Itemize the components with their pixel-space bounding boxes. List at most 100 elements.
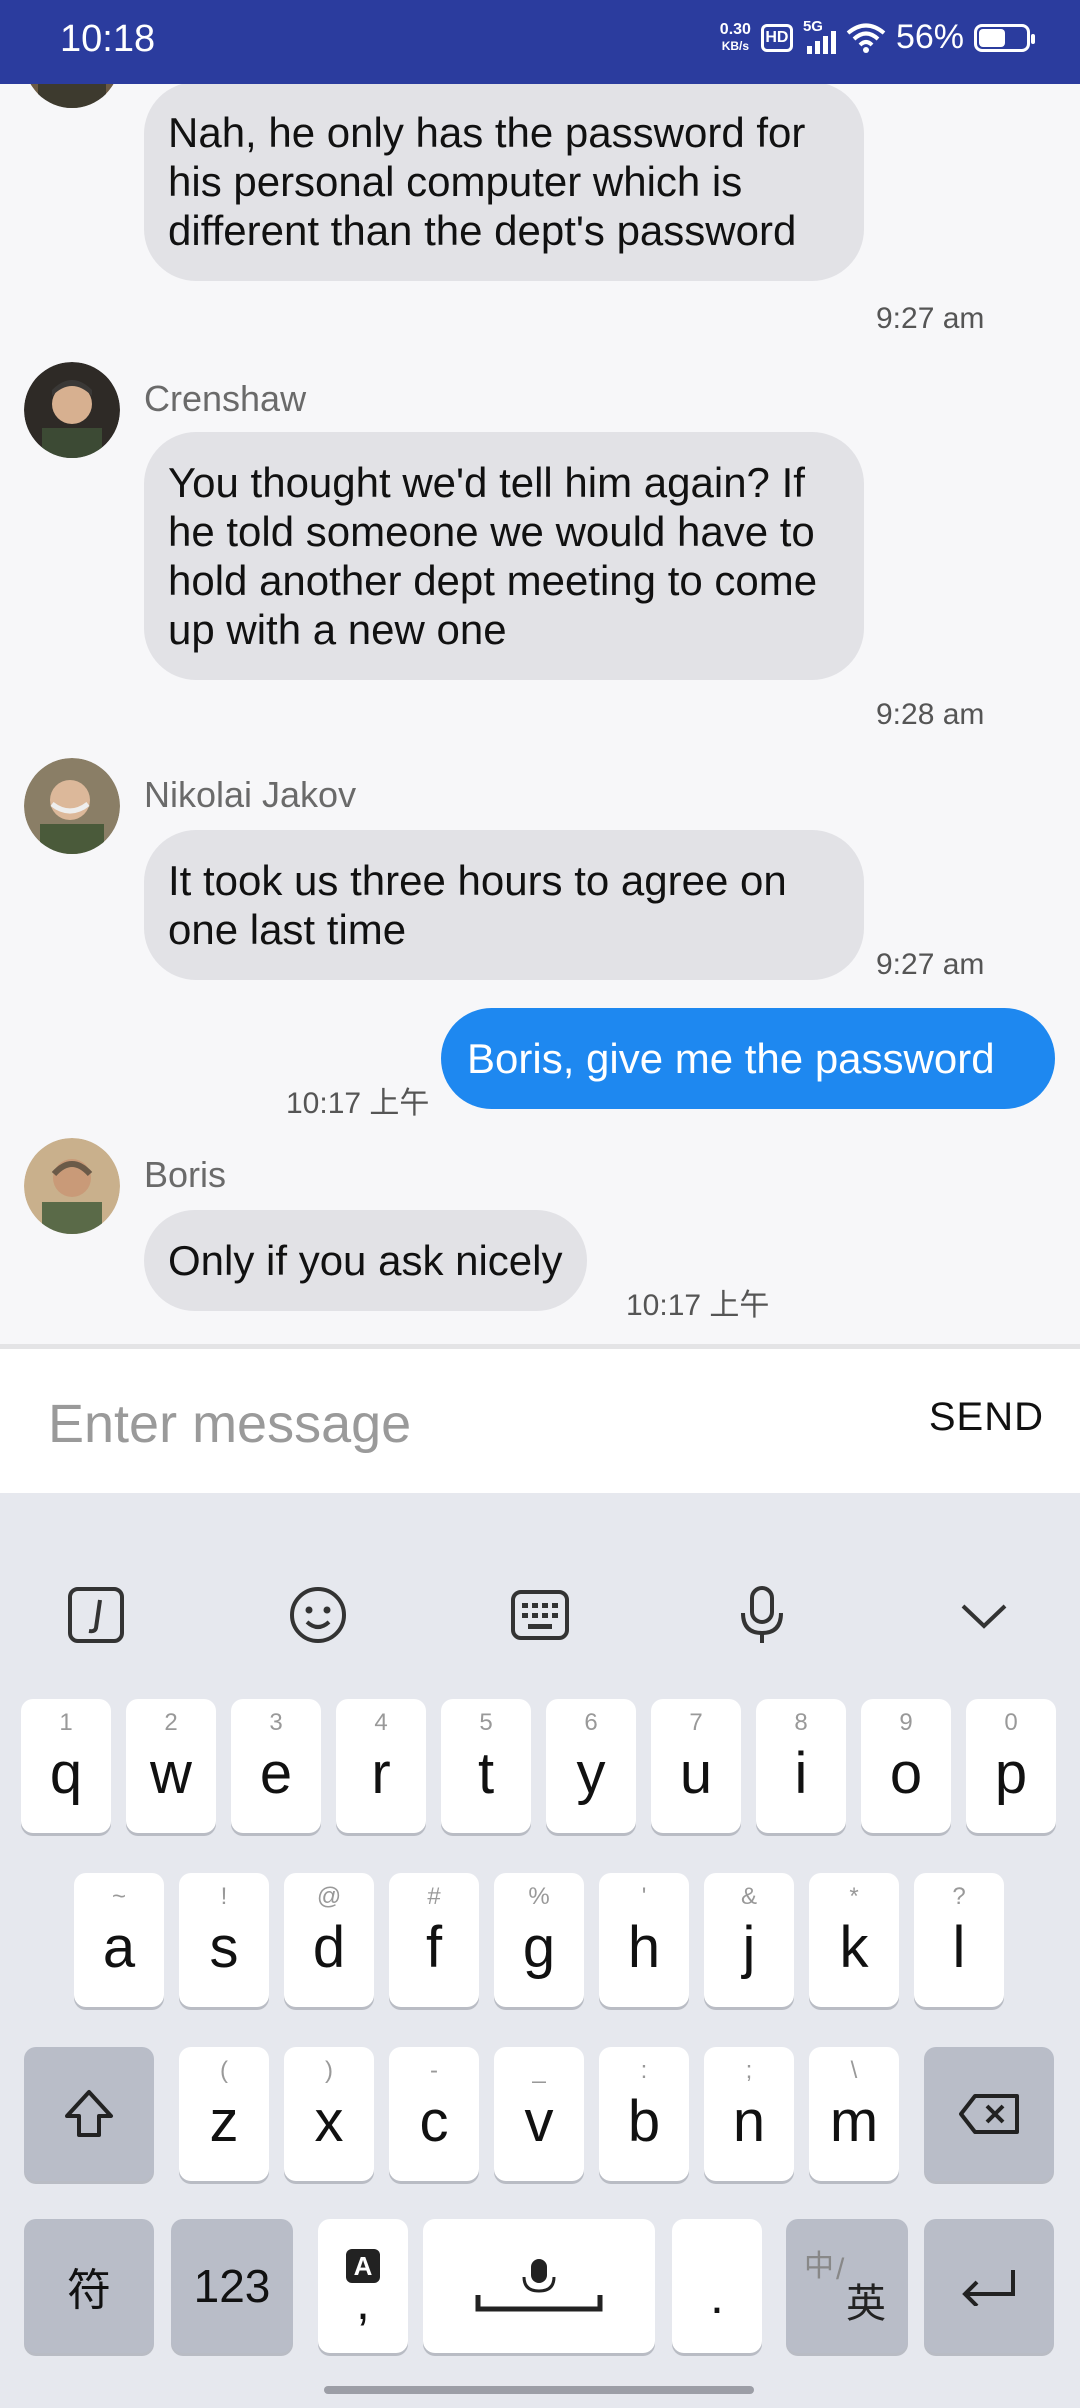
message-time: 9:27 am — [876, 302, 985, 335]
key-hint: : — [640, 2057, 648, 2084]
key-label: k — [839, 1914, 869, 1980]
microphone-icon[interactable] — [722, 1565, 802, 1665]
network-type: 5G — [802, 17, 823, 35]
key-hint: # — [427, 1883, 441, 1910]
avatar-nikolai-jakov[interactable] — [24, 758, 120, 854]
key-t[interactable]: 5t — [441, 1699, 531, 1833]
message-bubble[interactable]: Only if you ask nicely — [144, 1210, 587, 1311]
key-hint: 7 — [689, 1709, 703, 1736]
key-i[interactable]: 8i — [756, 1699, 846, 1833]
wifi-icon — [846, 23, 886, 53]
key-label: s — [209, 1914, 239, 1980]
net-speed: 0.30 KB/s — [719, 20, 751, 54]
key-label: z — [209, 2088, 239, 2154]
key-y[interactable]: 6y — [546, 1699, 636, 1833]
key-s[interactable]: ! s — [179, 1873, 269, 2007]
key-z[interactable]: (z — [179, 2047, 269, 2181]
key-p[interactable]: 0p — [966, 1699, 1056, 1833]
battery-text: 56% — [895, 18, 964, 56]
key-hint: ' — [641, 1883, 647, 1910]
key-label: b — [627, 2088, 661, 2154]
key-g[interactable]: % g — [494, 1873, 584, 2007]
message-time: 9:28 am — [876, 698, 985, 731]
sender-name: Crenshaw — [144, 378, 307, 419]
key-a[interactable]: ~ a — [74, 1873, 164, 2007]
key-k[interactable]: * k — [809, 1873, 899, 2007]
key-hint: _ — [532, 2057, 546, 2084]
key-hint: 0 — [1004, 1709, 1018, 1736]
keyboard-layout-icon[interactable] — [500, 1565, 580, 1665]
keyboard-toolbar — [0, 1565, 1080, 1665]
key-l[interactable]: ? l — [914, 1873, 1004, 2007]
key-label: c — [419, 2088, 449, 2154]
key-o[interactable]: 9o — [861, 1699, 951, 1833]
message-input[interactable] — [48, 1389, 868, 1459]
key-label: e — [259, 1740, 293, 1806]
language-switch-key[interactable]: 中 / 英 — [786, 2219, 908, 2353]
status-icons: 0.30 KB/s HD 5G 56% — [719, 18, 1035, 57]
key-hint: ! — [220, 1883, 228, 1910]
key-d[interactable]: @ d — [284, 1873, 374, 2007]
key-label: u — [679, 1740, 713, 1806]
key-hint: & — [740, 1883, 757, 1910]
key-hint: 6 — [584, 1709, 598, 1736]
enter-icon — [962, 2270, 1015, 2306]
key-w[interactable]: 2w — [126, 1699, 216, 1833]
clipboard-icon[interactable] — [56, 1565, 136, 1665]
key-hint: 4 — [374, 1709, 388, 1736]
key-q[interactable]: 1q — [21, 1699, 111, 1833]
avatar-crenshaw[interactable] — [24, 362, 120, 458]
backspace-key[interactable] — [924, 2047, 1054, 2181]
key-label: d — [312, 1914, 346, 1980]
outgoing-message-bubble[interactable]: Boris, give me the password — [441, 1008, 1055, 1109]
comma-key[interactable]: A , — [318, 2219, 408, 2353]
symbols-key[interactable]: 符 — [24, 2219, 154, 2353]
composer: SEND — [0, 1349, 1080, 1493]
avatar[interactable] — [24, 84, 120, 108]
key-hint: ) — [325, 2057, 333, 2084]
avatar-boris[interactable] — [24, 1138, 120, 1234]
soft-keyboard: 1q2w3e4r5t6y7u8i9o0p ~ a! s @ d # f% g ' h & j * k? l … — [0, 1493, 1080, 2408]
key-label: t — [477, 1740, 495, 1806]
key-b[interactable]: :b — [599, 2047, 689, 2181]
key-hint: 2 — [164, 1709, 178, 1736]
key-h[interactable]: ' h — [599, 1873, 689, 2007]
space-key[interactable] — [423, 2219, 655, 2353]
key-m[interactable]: \ m — [809, 2047, 899, 2181]
key-f[interactable]: # f — [389, 1873, 479, 2007]
message-bubble[interactable]: Nah, he only has the password for his pe… — [144, 84, 864, 281]
numbers-key[interactable]: 123 — [171, 2219, 293, 2353]
net-speed-value: 0.30 — [719, 20, 751, 38]
collapse-keyboard-icon[interactable] — [944, 1565, 1024, 1665]
key-n[interactable]: ; n — [704, 2047, 794, 2181]
key-label: v — [524, 2088, 554, 2154]
key-c[interactable]: -c — [389, 2047, 479, 2181]
battery-level — [979, 28, 1005, 47]
enter-key[interactable] — [924, 2219, 1054, 2353]
message-bubble[interactable]: It took us three hours to agree on one l… — [144, 830, 864, 980]
key-hint: \ — [850, 2057, 858, 2084]
message-text: Only if you ask nicely — [168, 1237, 563, 1284]
key-u[interactable]: 7u — [651, 1699, 741, 1833]
shift-key[interactable] — [24, 2047, 154, 2181]
key-label: o — [889, 1740, 923, 1806]
key-label: j — [742, 1914, 756, 1980]
net-speed-unit: KB/s — [721, 38, 750, 53]
shift-icon — [65, 2090, 113, 2137]
key-label: r — [371, 1740, 391, 1806]
message-time: 10:17 上午 — [626, 1289, 770, 1322]
key-label: i — [794, 1740, 808, 1806]
key-x[interactable]: ) x — [284, 2047, 374, 2181]
send-button[interactable]: SEND — [929, 1395, 1044, 1440]
signal-icon: 5G — [803, 18, 836, 54]
message-list[interactable]: Nah, he only has the password for his pe… — [0, 84, 1080, 1344]
key-r[interactable]: 4r — [336, 1699, 426, 1833]
home-indicator[interactable] — [324, 2386, 754, 2394]
message-bubble[interactable]: You thought we'd tell him again? If he t… — [144, 432, 864, 680]
period-key[interactable]: . — [672, 2219, 762, 2353]
key-j[interactable]: & j — [704, 1873, 794, 2007]
emoji-icon[interactable] — [278, 1565, 358, 1665]
key-e[interactable]: 3e — [231, 1699, 321, 1833]
key-hint: * — [849, 1883, 859, 1910]
key-v[interactable]: _ v — [494, 2047, 584, 2181]
